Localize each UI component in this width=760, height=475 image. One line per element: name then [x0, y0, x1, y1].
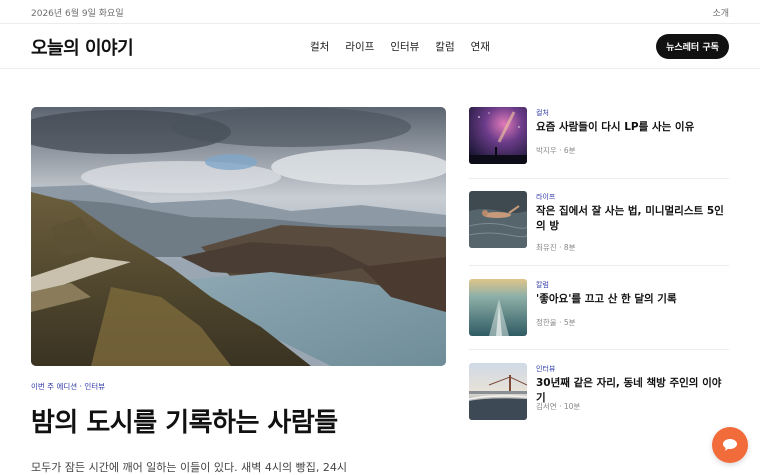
side-article-thumbnail[interactable]	[469, 107, 527, 164]
chat-bubble-icon	[723, 439, 737, 451]
divider	[469, 265, 729, 266]
side-article-meta: 최유진 · 8분	[536, 243, 576, 252]
night-sky-image	[469, 107, 527, 164]
side-article-category[interactable]: 인터뷰	[536, 364, 555, 374]
swimmer-image	[469, 191, 527, 248]
top-utility-bar: 2026년 6월 9일 화요일 소개	[0, 0, 760, 24]
side-article[interactable]: 인터뷰 30년째 같은 자리, 동네 책방 주인의 이야기 김서연 · 10분	[469, 363, 729, 420]
nav-item-series[interactable]: 연재	[471, 39, 490, 54]
featured-category[interactable]: 이번 주 에디션 · 인터뷰	[31, 381, 105, 392]
nav-item-column[interactable]: 칼럼	[435, 39, 454, 54]
side-article-meta: 정한울 · 5분	[536, 318, 576, 327]
featured-excerpt: 모두가 잠든 시간에 깨어 일하는 이들이 있다. 새벽 4시의 빵집, 24시	[31, 461, 347, 474]
nav-item-life[interactable]: 라이프	[345, 39, 374, 54]
site-header: 오늘의 이야기 컬처 라이프 인터뷰 칼럼 연재 뉴스레터 구독	[0, 24, 760, 69]
side-article-category[interactable]: 컬처	[536, 108, 549, 118]
main-nav: 컬처 라이프 인터뷰 칼럼 연재	[310, 39, 490, 54]
side-article-thumbnail[interactable]	[469, 191, 527, 248]
side-article-meta: 박지우 · 6분	[536, 146, 576, 155]
bridge-beach-image	[469, 363, 527, 420]
boat-wake-image	[469, 279, 527, 336]
nav-item-interview[interactable]: 인터뷰	[390, 39, 419, 54]
site-logo[interactable]: 오늘의 이야기	[31, 34, 134, 60]
side-article-category[interactable]: 칼럼	[536, 280, 549, 290]
side-article[interactable]: 컬처 요즘 사람들이 다시 LP를 사는 이유 박지우 · 6분	[469, 107, 729, 164]
side-article-meta: 김서연 · 10분	[536, 402, 581, 411]
side-article[interactable]: 라이프 작은 집에서 잘 사는 법, 미니멀리스트 5인의 방 최유진 · 8분	[469, 191, 729, 252]
divider	[469, 349, 729, 350]
divider	[469, 178, 729, 179]
side-article-title[interactable]: 작은 집에서 잘 사는 법, 미니멀리스트 5인의 방	[536, 204, 729, 234]
side-article[interactable]: 칼럼 '좋아요'를 끄고 산 한 달의 기록 정한울 · 5분	[469, 279, 729, 336]
side-article-category[interactable]: 라이프	[536, 192, 555, 202]
chat-button[interactable]	[712, 427, 748, 463]
side-article-thumbnail[interactable]	[469, 363, 527, 420]
nav-item-culture[interactable]: 컬처	[310, 39, 329, 54]
featured-image[interactable]	[31, 107, 446, 366]
side-article-title[interactable]: 요즘 사람들이 다시 LP를 사는 이유	[536, 120, 729, 135]
newsletter-subscribe-button[interactable]: 뉴스레터 구독	[656, 34, 729, 59]
current-date: 2026년 6월 9일 화요일	[31, 9, 124, 19]
featured-title[interactable]: 밤의 도시를 기록하는 사람들	[31, 402, 338, 439]
mountain-lake-image	[31, 107, 446, 366]
about-link[interactable]: 소개	[712, 6, 729, 19]
side-article-title[interactable]: '좋아요'를 끄고 산 한 달의 기록	[536, 292, 729, 307]
side-article-thumbnail[interactable]	[469, 279, 527, 336]
